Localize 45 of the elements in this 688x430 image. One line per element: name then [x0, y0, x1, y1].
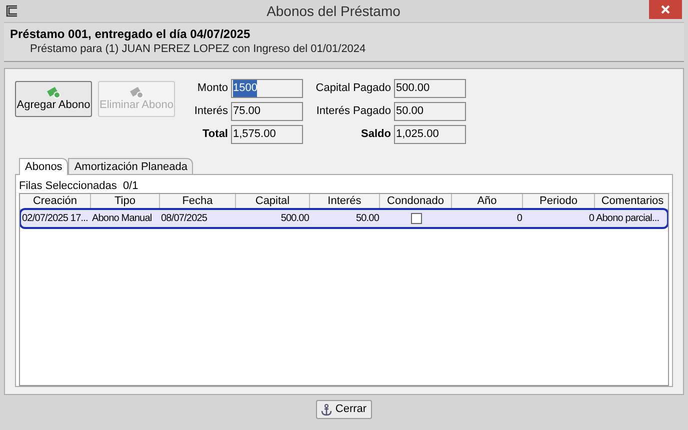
input-field[interactable]: 1,575.00: [231, 125, 303, 144]
input-field[interactable]: 75.00: [231, 102, 303, 121]
table-cell-text: Abono parcial...: [595, 212, 660, 226]
app-logo-icon: [6, 5, 18, 17]
tab[interactable]: Amortización Planeada: [68, 158, 194, 174]
table-cell-text: 02/07/2025 17...: [21, 212, 89, 226]
field-label: Interés: [193, 104, 228, 120]
add-payment-button[interactable]: Agregar Abono: [15, 81, 92, 117]
close-button[interactable]: [649, 0, 682, 19]
input-field[interactable]: 50.00: [394, 102, 466, 121]
column-header[interactable]: Interés: [310, 194, 380, 209]
table-cell-text: 0: [516, 212, 523, 226]
column-header[interactable]: Tipo: [91, 194, 160, 209]
close-icon: [661, 5, 670, 14]
input-field[interactable]: 1,025.00: [394, 125, 466, 144]
column-header[interactable]: Comentarios: [595, 194, 668, 209]
selected-rows-label: Filas Seleccionadas 0/1: [19, 179, 140, 193]
input-field[interactable]: 500.00: [394, 79, 466, 98]
field-label: Monto: [196, 81, 228, 96]
table-cell-text: Abono Manual: [91, 212, 153, 226]
table-cell-text: 500.00: [280, 212, 310, 226]
column-header[interactable]: Periodo: [523, 194, 595, 209]
field-label: Interés Pagado: [315, 104, 391, 120]
window-title: Abonos del Préstamo: [266, 2, 402, 20]
checkbox[interactable]: [410, 213, 422, 224]
table-cell-text: 0: [588, 212, 595, 226]
table-row[interactable]: 02/07/2025 17... Abono Manual 08/07/2025 500.00 50.00 0 0 Abono parcial...: [21, 210, 667, 227]
column-header[interactable]: Año: [452, 194, 523, 209]
column-header[interactable]: Capital: [236, 194, 310, 209]
money-icon: [46, 86, 60, 98]
header-title: Préstamo 001, entregado el día 04/07/2025: [10, 27, 252, 42]
tab[interactable]: Abonos: [19, 158, 68, 175]
input-field[interactable]: 1500: [231, 79, 303, 98]
column-header[interactable]: Creación: [20, 194, 91, 209]
table-cell-text: 50.00: [354, 212, 380, 226]
table-cell-text: 08/07/2025: [160, 212, 208, 226]
close-dialog-button[interactable]: Cerrar: [316, 400, 372, 419]
money-icon: [130, 86, 144, 98]
column-header[interactable]: Fecha: [160, 194, 236, 209]
header-subtitle: Préstamo para (1) JUAN PEREZ LOPEZ con Ingreso del 01/01/2024: [30, 42, 367, 57]
field-label: Total: [202, 127, 228, 142]
field-label: Capital Pagado: [314, 81, 391, 96]
column-header[interactable]: Condonado: [380, 194, 452, 209]
field-label: Saldo: [360, 127, 391, 142]
anchor-icon: [321, 404, 332, 416]
